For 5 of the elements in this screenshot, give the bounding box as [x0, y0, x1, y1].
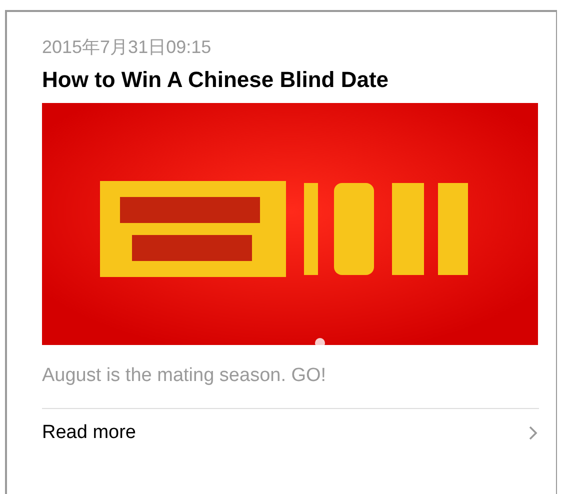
- article-summary: August is the mating season. GO!: [42, 364, 328, 388]
- post-date: 2015年7月31日09:15: [42, 36, 212, 59]
- article-title: How to Win A Chinese Blind Date: [42, 66, 390, 94]
- read-more-link[interactable]: Read more: [42, 409, 539, 457]
- chevron-right-icon: [529, 426, 538, 440]
